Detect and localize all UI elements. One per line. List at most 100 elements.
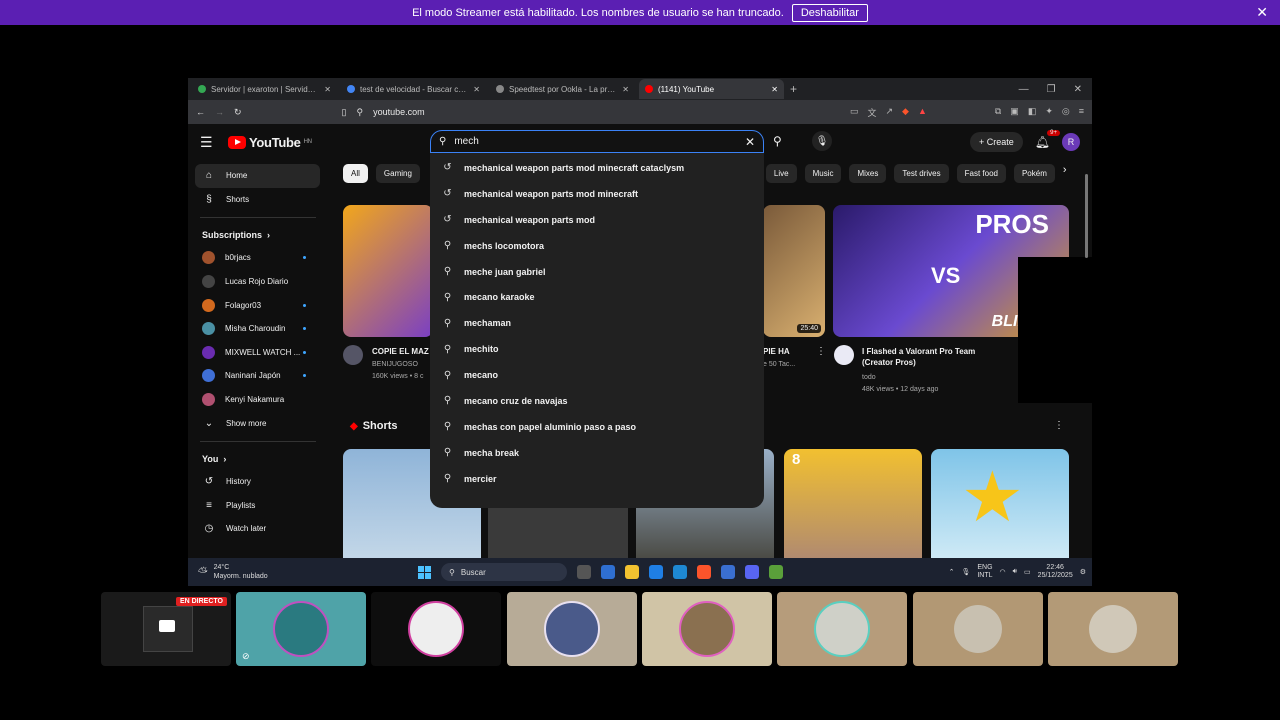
brave-shield-icon[interactable]: ◆ (902, 106, 909, 119)
participant-tile[interactable] (1048, 592, 1178, 666)
youtube-logo[interactable]: YouTube HN (228, 135, 312, 150)
speaker-icon[interactable]: 🔊︎ (1013, 568, 1017, 576)
close-icon[interactable]: ✕ (1256, 4, 1268, 21)
menu-icon[interactable]: ≡ (1079, 106, 1084, 119)
suggestion-item[interactable]: ↺ mechanical weapon parts mod minecraft (430, 181, 764, 207)
suggestion-item[interactable]: ⚲ mecano karaoke (430, 284, 764, 310)
notification-icon[interactable]: ⚙︎ (1080, 568, 1086, 576)
suggestion-item[interactable]: ↺ mechanical weapon parts mod (430, 207, 764, 233)
wallet-icon[interactable]: ▣ (1010, 106, 1019, 119)
suggestion-item[interactable]: ⚲ mechaman (430, 310, 764, 336)
share-icon[interactable]: ↗ (885, 106, 893, 119)
suggestion-item[interactable]: ↺ mechanical weapon parts mod minecraft c… (430, 155, 764, 181)
chip-test-drives[interactable]: Test drives (894, 164, 949, 183)
clear-search-icon[interactable]: ✕ (745, 135, 755, 149)
browser-tab[interactable]: test de velocidad - Buscar con Googl ✕ (341, 79, 486, 99)
participant-tile[interactable] (777, 592, 907, 666)
chevron-up-icon[interactable]: ⌃ (949, 568, 955, 576)
site-info-icon[interactable]: ⚲ (357, 107, 364, 118)
video-title[interactable]: PIE HA (763, 346, 790, 357)
store-icon[interactable] (601, 565, 615, 579)
page-scrollbar[interactable] (1085, 174, 1088, 258)
video-title[interactable]: I Flashed a Valorant Pro Team (Creator P… (862, 346, 997, 368)
url-field[interactable]: youtube.com (373, 107, 840, 117)
video-thumbnail[interactable] (343, 205, 433, 337)
account-avatar[interactable]: R (1062, 133, 1080, 151)
chip-pokemon[interactable]: Pokém (1013, 164, 1055, 183)
disable-streamer-button[interactable]: Deshabilitar (791, 3, 868, 22)
chip-music[interactable]: Music (804, 164, 842, 183)
suggestion-item[interactable]: ⚲ mecano cruz de navajas (430, 388, 764, 414)
extensions-icon[interactable]: ⧉ (995, 106, 1001, 119)
short-thumbnail[interactable]: 8 (784, 449, 922, 559)
suggestion-item[interactable]: ⚲ mecha break (430, 440, 764, 466)
discord-icon[interactable] (745, 565, 759, 579)
channel-avatar[interactable] (834, 345, 854, 365)
tab-close-icon[interactable]: ✕ (622, 85, 629, 94)
subscription-item[interactable]: Misha Charoudin (188, 317, 328, 341)
reload-icon[interactable]: ↻ (234, 107, 242, 118)
participant-tile[interactable] (507, 592, 637, 666)
maximize-icon[interactable]: ❐ (1047, 84, 1056, 95)
search-input[interactable]: mech (454, 136, 737, 147)
short-thumbnail[interactable]: ★ (931, 449, 1069, 559)
tab-close-icon[interactable]: ✕ (771, 85, 778, 94)
rewards-icon[interactable]: ▲ (918, 106, 927, 119)
more-options-icon[interactable]: ⋮ (816, 346, 826, 357)
app-icon[interactable] (721, 565, 735, 579)
wifi-icon[interactable]: ◠ (1000, 568, 1006, 576)
hamburger-menu-icon[interactable]: ☰ (200, 134, 228, 151)
minecraft-icon[interactable] (769, 565, 783, 579)
task-view-icon[interactable] (577, 565, 591, 579)
show-more-button[interactable]: ⌄ Show more (188, 411, 328, 435)
channel-avatar[interactable] (343, 345, 363, 365)
suggestion-item[interactable]: ⚲ mecano (430, 362, 764, 388)
bookmark-icon[interactable]: ▯ (342, 107, 347, 118)
sidebar-item-home[interactable]: ⌂ Home (195, 164, 320, 188)
video-channel[interactable]: BENIJUGOSO (372, 360, 418, 370)
participant-tile-live[interactable]: EN DIRECTO (101, 592, 231, 666)
new-tab-button[interactable]: + (790, 82, 797, 96)
sidebar-item-watch-later[interactable]: ◷ Watch later (188, 517, 328, 541)
weather-widget[interactable]: ⛅︎ 24°C Mayorm. nublado (188, 563, 418, 581)
more-options-icon[interactable]: ⋮ (1054, 420, 1064, 431)
vpn-icon[interactable]: ◎ (1062, 106, 1070, 119)
back-icon[interactable]: ← (196, 107, 205, 117)
sidebar-icon[interactable]: ◧ (1028, 106, 1037, 119)
subscription-item[interactable]: MIXWELL WATCH ... (188, 341, 328, 365)
participant-tile[interactable]: ⊘ (236, 592, 366, 666)
search-button-icon[interactable]: ⚲ (773, 134, 782, 148)
suggestion-item[interactable]: ⚲ mechas con papel aluminio paso a paso (430, 414, 764, 440)
translate-icon[interactable]: 文 (867, 106, 876, 119)
subscription-item[interactable]: b0rjacs (188, 246, 328, 270)
participant-tile[interactable] (642, 592, 772, 666)
chip-all[interactable]: All (343, 164, 368, 183)
dropbox-icon[interactable] (649, 565, 663, 579)
battery-icon[interactable]: ▭ (1024, 568, 1031, 576)
taskbar-search[interactable]: ⚲ Buscar (441, 563, 567, 581)
subscription-item[interactable]: Naninani Japón (188, 364, 328, 388)
subscription-item[interactable]: Kenyi Nakamura (188, 388, 328, 412)
minimize-icon[interactable]: — (1019, 84, 1029, 95)
suggestion-item[interactable]: ⚲ mechito (430, 336, 764, 362)
sidebar-item-shorts[interactable]: § Shorts (188, 188, 328, 212)
close-window-icon[interactable]: ✕ (1074, 84, 1082, 95)
chip-gaming[interactable]: Gaming (375, 164, 420, 183)
subscriptions-header[interactable]: Subscriptions › (188, 224, 328, 246)
language-indicator[interactable]: ENG INTL (977, 564, 992, 580)
voice-search-mic-icon[interactable]: 🎙︎ (812, 131, 832, 151)
chip-live[interactable]: Live (765, 164, 797, 183)
subscription-item[interactable]: Lucas Rojo Diario (188, 270, 328, 294)
search-box[interactable]: ⚲ mech ✕ (430, 130, 764, 153)
you-header[interactable]: You › (188, 448, 328, 470)
chip-fast-food[interactable]: Fast food (956, 164, 1006, 183)
windows-start-icon[interactable] (418, 565, 431, 579)
subscription-item[interactable]: Folagor03 (188, 293, 328, 317)
suggestion-item[interactable]: ⚲ meche juan gabriel (430, 259, 764, 285)
mic-icon[interactable]: 🎙︎ (961, 568, 970, 576)
video-channel[interactable]: todo (862, 373, 876, 383)
sidebar-item-playlists[interactable]: ≡ Playlists (188, 494, 328, 518)
chip-mixes[interactable]: Mixes (849, 164, 887, 183)
sidebar-item-history[interactable]: ↺ History (188, 470, 328, 494)
file-explorer-icon[interactable] (625, 565, 639, 579)
